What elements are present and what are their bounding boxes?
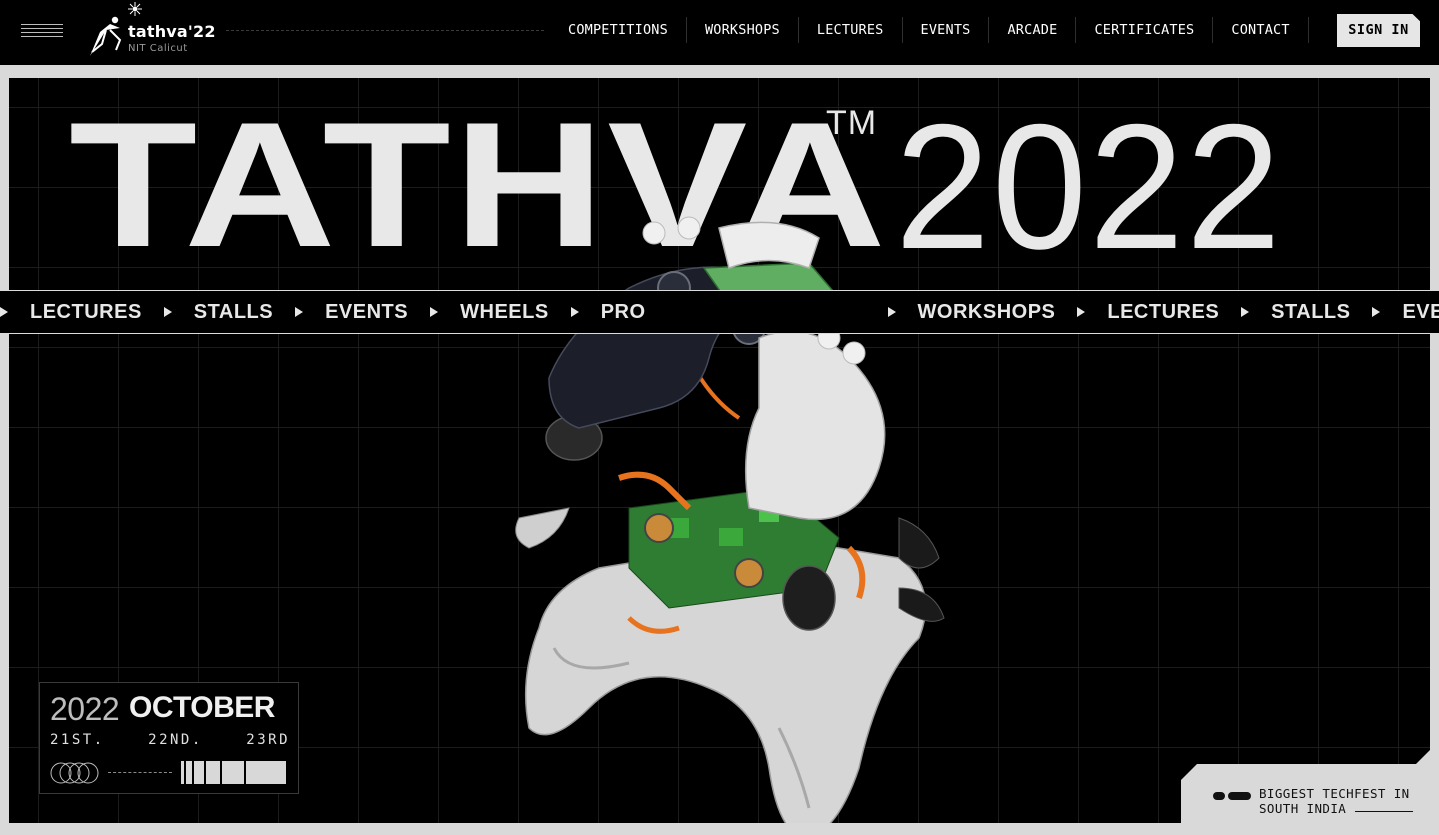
logo-text: tathva'22 <box>128 22 216 41</box>
logo-subtitle: NIT Calicut <box>128 43 188 54</box>
marquee-item[interactable]: LECTURES <box>30 301 142 324</box>
marquee-item[interactable]: STALLS <box>194 301 273 324</box>
play-arrow-icon <box>295 307 304 317</box>
tagline-underline <box>1355 811 1413 812</box>
date-day-1: 21ST. <box>50 732 105 748</box>
marquee-item[interactable]: WORKSHOPS <box>918 301 1056 324</box>
marquee-item[interactable]: EVENTS <box>325 301 408 324</box>
main-menu: COMPETITIONS WORKSHOPS LECTURES EVENTS A… <box>550 17 1309 43</box>
hamburger-menu-icon[interactable] <box>21 24 63 39</box>
date-year: 2022 <box>50 691 120 727</box>
play-arrow-icon <box>570 307 579 317</box>
nav-item-events[interactable]: EVENTS <box>901 17 989 43</box>
nav-item-certificates[interactable]: CERTIFICATES <box>1075 17 1212 43</box>
nav-item-lectures[interactable]: LECTURES <box>797 17 902 43</box>
play-arrow-icon <box>163 307 172 317</box>
play-arrow-icon <box>430 307 439 317</box>
nav-item-arcade[interactable]: ARCADE <box>988 17 1075 43</box>
date-day-3: 23RD <box>246 732 290 748</box>
top-navbar: tathva'22 NIT Calicut COMPETITIONS WORKS… <box>0 0 1439 65</box>
pill-icon <box>1228 792 1251 800</box>
play-arrow-icon <box>887 307 896 317</box>
date-days: 21ST. 22ND. 23RD <box>50 732 290 748</box>
category-marquee: LECTURES STALLS EVENTS WHEELS PRO WORKSH… <box>0 290 1439 334</box>
event-date-card: 2022 OCTOBER 21ST. 22ND. 23RD <box>39 682 299 794</box>
play-arrow-icon <box>1077 307 1086 317</box>
nav-divider <box>226 30 544 31</box>
date-day-2: 22ND. <box>148 732 203 748</box>
rings-icon <box>50 762 99 784</box>
date-divider <box>108 772 172 773</box>
tagline-line-1: BIGGEST TECHFEST IN <box>1259 786 1410 801</box>
pill-icon <box>1213 792 1225 800</box>
marquee-item[interactable]: PRO <box>601 301 646 324</box>
marquee-item[interactable]: WHEELS <box>460 301 549 324</box>
sign-in-button[interactable]: SIGN IN <box>1337 14 1420 47</box>
barcode-icon <box>181 761 286 784</box>
play-arrow-icon <box>0 307 8 317</box>
hero-section: TATHVA TM 2022 2022 OCTOBER 21ST. 22ND. … <box>9 78 1430 823</box>
play-arrow-icon <box>1241 307 1250 317</box>
tagline-line-2: SOUTH INDIA <box>1259 801 1347 816</box>
nav-item-competitions[interactable]: COMPETITIONS <box>550 17 686 43</box>
marquee-item[interactable]: LECTURES <box>1107 301 1219 324</box>
nav-item-workshops[interactable]: WORKSHOPS <box>685 17 798 43</box>
marquee-item[interactable]: STALLS <box>1271 301 1350 324</box>
marquee-item[interactable]: EVEN <box>1402 301 1439 324</box>
date-month: OCTOBER <box>129 691 275 724</box>
play-arrow-icon <box>1372 307 1381 317</box>
trademark-mark: TM <box>826 104 878 142</box>
nav-item-contact[interactable]: CONTACT <box>1212 17 1309 43</box>
